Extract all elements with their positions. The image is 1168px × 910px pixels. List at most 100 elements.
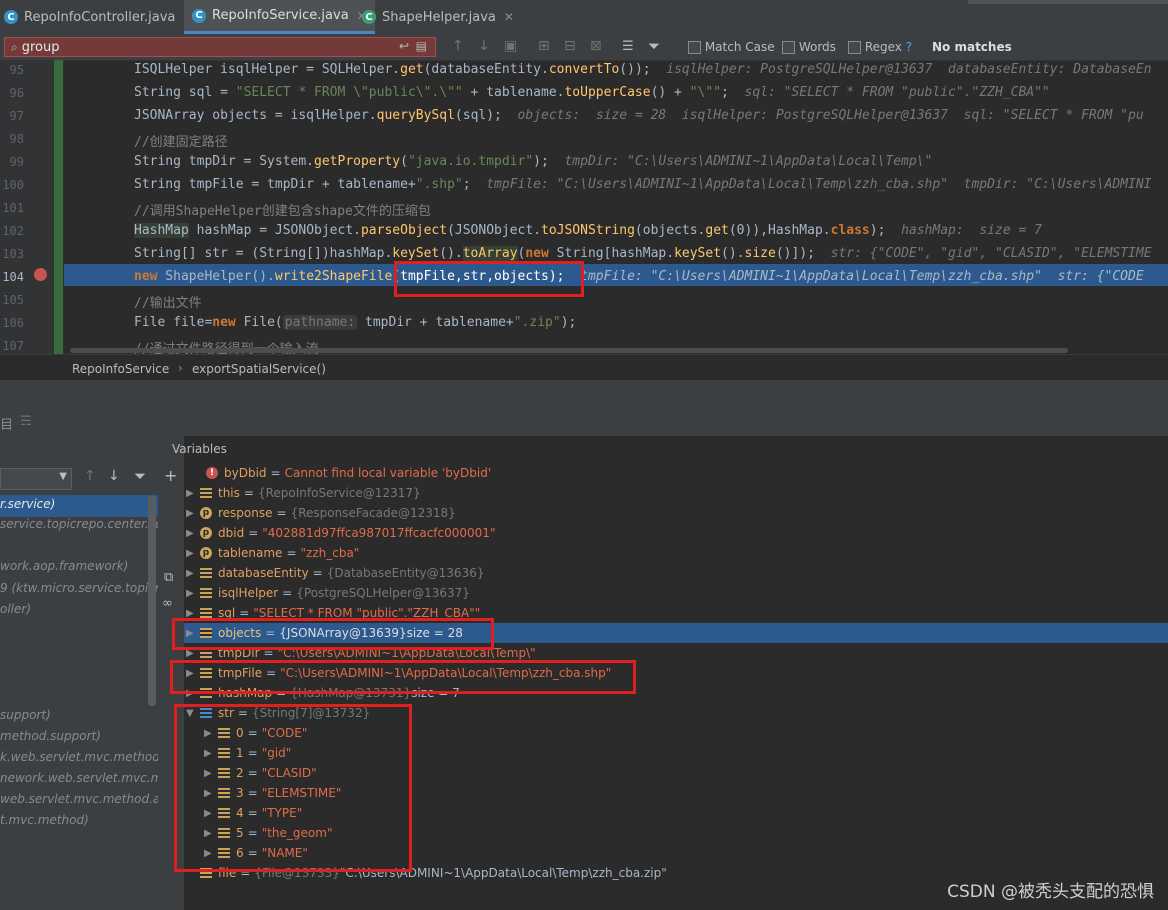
breadcrumb-method[interactable]: exportSpatialService() <box>192 362 326 376</box>
stack-frame[interactable]: nework.web.servlet.mvc.met <box>0 771 158 791</box>
checkbox[interactable] <box>782 41 795 54</box>
stack-frame[interactable]: 9 (ktw.micro.service.topicr <box>0 581 158 601</box>
variable-row[interactable]: ▶ this = {RepoInfoService@12317} <box>186 483 421 503</box>
words-option[interactable]: Words <box>782 40 836 54</box>
code-line-101: //调用ShapeHelper创建包含shape文件的压缩包 <box>134 204 431 219</box>
stack-frame[interactable]: web.servlet.mvc.method.ann <box>0 792 158 812</box>
array-element-row[interactable]: ▶ 4 = "TYPE" <box>204 803 302 823</box>
select-all-icon[interactable]: ▣ <box>504 38 517 54</box>
parameter-icon: p <box>200 507 212 519</box>
variable-row[interactable]: ▶ tmpFile = "C:\Users\ADMINI~1\AppData\Loc… <box>186 663 611 683</box>
expand-arrow-icon: ▶ <box>186 547 194 559</box>
tab-label: RepoInfoController.java <box>24 9 176 25</box>
up-arrow-icon[interactable]: ↑ <box>84 468 96 484</box>
editor-tab-bar: C RepoInfoController.java ✕ C RepoInfoSe… <box>0 0 1168 35</box>
code-line-99: String tmpDir = System.getProperty("java… <box>134 154 933 169</box>
search-input[interactable]: ⌕ group ↩ ▤ <box>4 37 436 57</box>
tab-repoinfoservice[interactable]: C RepoInfoService.java ✕ <box>184 0 375 34</box>
multiline-icon[interactable]: ▤ <box>416 39 427 53</box>
inline-debug-value: isqlHelper: PostgreSQLHelper@13637 datab… <box>666 62 1152 77</box>
variable-row-expanded[interactable]: ▼ str = {String[7]@13732} <box>186 703 370 723</box>
field-icon <box>200 608 212 618</box>
history-icon[interactable]: ↩ <box>399 39 409 53</box>
checkbox[interactable] <box>848 41 861 54</box>
variable-row[interactable]: ▶ p tablename = "zzh_cba" <box>186 543 359 563</box>
array-element-row[interactable]: ▶ 0 = "CODE" <box>204 723 307 743</box>
tab-label: RepoInfoService.java <box>212 8 349 23</box>
regex-help-link[interactable]: ? <box>906 40 912 54</box>
stack-frame[interactable]: support) <box>0 708 158 728</box>
breadcrumb-class[interactable]: RepoInfoService <box>72 362 169 376</box>
remove-selection-icon[interactable]: ⊟ <box>564 38 576 54</box>
variable-row[interactable]: ▶ hashMap = {HashMap@13731} size = 7 <box>186 683 460 703</box>
code-line-103: String[] str = (String[])hashMap.keySet(… <box>134 246 1152 261</box>
glasses-icon[interactable]: ∞ <box>162 596 173 611</box>
horizontal-scrollbar[interactable] <box>70 348 1068 353</box>
tab-shapehelper[interactable]: C ShapeHelper.java ✕ <box>362 0 514 34</box>
expand-arrow-icon: ▶ <box>204 727 212 739</box>
stack-frame[interactable]: method.support) <box>0 729 158 749</box>
line-number: 107 <box>2 339 24 353</box>
variable-row[interactable]: ▶ p dbid = "402881d97ffca987017ffcacfc00000… <box>186 523 495 543</box>
variable-row[interactable]: file = {File@13733} "C:\Users\ADMINI~1\App… <box>186 863 667 883</box>
variable-row-selected[interactable]: ▶ objects = {JSONArray@13639} size = 28 <box>186 623 463 643</box>
copy-icon[interactable]: ⧉ <box>164 570 173 585</box>
stack-frame[interactable]: oller) <box>0 602 158 622</box>
stack-frame[interactable]: r.service) <box>0 495 158 517</box>
line-number: 96 <box>9 86 24 100</box>
breakpoint-icon[interactable] <box>34 268 47 281</box>
stack-frame[interactable]: work.aop.framework) <box>0 559 158 579</box>
add-selection-icon[interactable]: ⊞ <box>538 38 550 54</box>
line-number: 106 <box>2 316 24 330</box>
filter-lines-icon[interactable]: ☰ <box>622 39 634 54</box>
code-editor[interactable]: ISQLHelper isqlHelper = SQLHelper.get(da… <box>64 60 1168 354</box>
thread-selector[interactable]: ▼ <box>0 468 72 490</box>
array-element-row[interactable]: ▶ 6 = "NAME" <box>204 843 308 863</box>
variable-row[interactable]: ▶ databaseEntity = {DatabaseEntity@13636} <box>186 563 484 583</box>
parameter-icon: p <box>200 547 212 559</box>
close-icon[interactable]: ✕ <box>504 10 514 24</box>
variables-panel: Variables ! byDbid = Cannot find local var… <box>172 436 1168 910</box>
threads-tab-icon[interactable]: ☴ <box>20 414 32 429</box>
line-number: 103 <box>2 247 24 261</box>
stack-frame[interactable]: k.web.servlet.mvc.method.a <box>0 750 158 770</box>
debug-toolbar: 目 ☴ <box>0 410 1168 437</box>
match-case-option[interactable]: Match Case <box>688 40 775 54</box>
array-element-row[interactable]: ▶ 1 = "gid" <box>204 743 291 763</box>
down-arrow-icon[interactable]: ↓ <box>108 468 120 484</box>
frames-scrollbar[interactable] <box>148 496 156 706</box>
variable-row[interactable]: ▶ p response = {ResponseFacade@12318} <box>186 503 456 523</box>
code-line-106: File file=new File(pathname: tmpDir + ta… <box>134 315 577 330</box>
field-icon <box>218 748 230 758</box>
expand-arrow-icon: ▶ <box>204 807 212 819</box>
regex-option[interactable]: Regex ? <box>848 40 912 54</box>
variable-row[interactable]: ▶ tmpDir = "C:\Users\ADMINI~1\AppData\Loca… <box>186 643 536 663</box>
filter-icon[interactable]: ⏷ <box>648 37 660 55</box>
code-line-100: String tmpFile = tmpDir + tablename+".sh… <box>134 177 1152 192</box>
next-occurrence-icon[interactable]: ↓ <box>478 38 490 54</box>
checkbox[interactable] <box>688 41 701 54</box>
array-element-row[interactable]: ▶ 3 = "ELEMSTIME" <box>204 783 341 803</box>
variable-row[interactable]: ! byDbid = Cannot find local variable 'byD… <box>192 463 491 483</box>
array-element-row[interactable]: ▶ 2 = "CLASID" <box>204 763 317 783</box>
filter-icon[interactable]: ⏷ <box>134 467 146 485</box>
search-query: group <box>21 39 60 55</box>
variable-row[interactable]: ▶ isqlHelper = {PostgreSQLHelper@13637} <box>186 583 470 603</box>
tab-repoinfocontroller[interactable]: C RepoInfoController.java ✕ <box>4 0 193 34</box>
expand-arrow-icon: ▶ <box>186 587 194 599</box>
line-number: 104 <box>2 270 24 284</box>
prev-occurrence-icon[interactable]: ↑ <box>452 38 464 54</box>
line-number: 102 <box>2 224 24 238</box>
expand-arrow-icon: ▶ <box>204 747 212 759</box>
toggle-selection-icon[interactable]: ⊠ <box>590 38 602 54</box>
field-icon <box>200 868 212 878</box>
line-number: 100 <box>2 178 24 192</box>
array-element-row[interactable]: ▶ 5 = "the_geom" <box>204 823 332 843</box>
add-watch-icon[interactable]: + <box>164 466 177 485</box>
field-icon <box>218 768 230 778</box>
stack-frame[interactable]: service.topicrepo.center.se <box>0 517 158 537</box>
code-line-104: new ShapeHelper().write2ShapeFile(tmpFil… <box>134 269 1144 284</box>
stack-frame[interactable]: t.mvc.method) <box>0 813 158 833</box>
frames-tab-icon[interactable]: 目 <box>0 414 13 433</box>
variable-row[interactable]: ▶ sql = "SELECT * FROM "public"."ZZH_CBA"" <box>186 603 480 623</box>
